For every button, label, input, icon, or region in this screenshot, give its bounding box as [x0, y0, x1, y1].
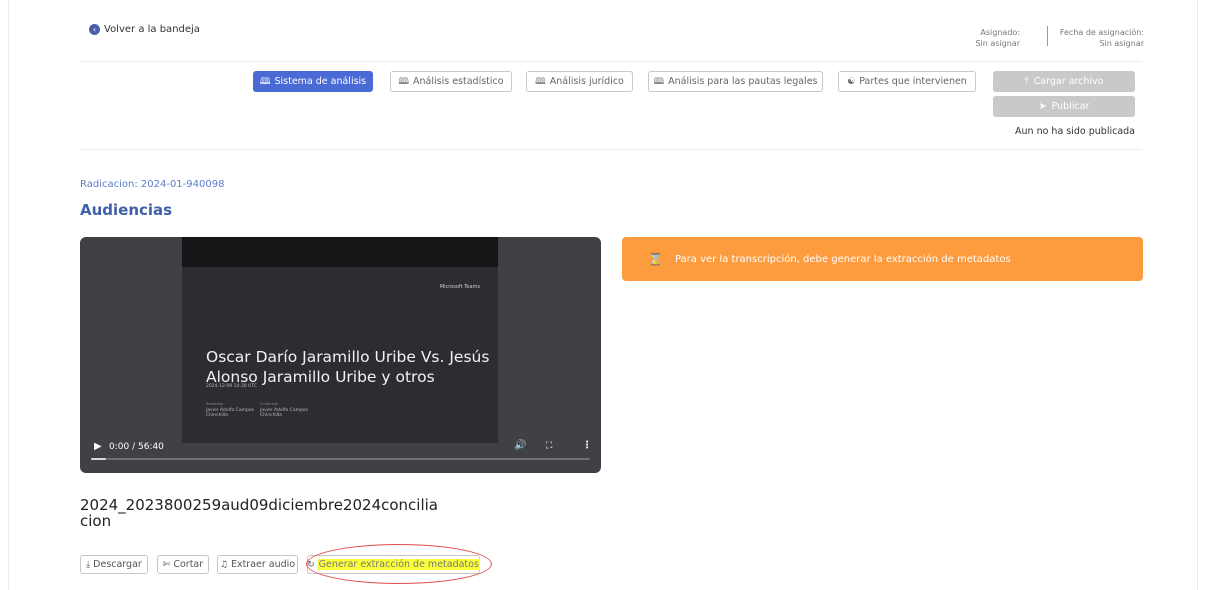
download-icon: ⤓: [86, 559, 91, 570]
generate-metadata-button[interactable]: ↻ Generar extracción de metadatos: [307, 555, 480, 574]
back-to-inbox-link[interactable]: ‹ Volver a la bandeja: [89, 24, 200, 35]
more-options-icon[interactable]: ⋮: [582, 440, 592, 451]
video-controls: ▶ 0:00 / 56:40 🔊 ⛶ ⋮: [80, 437, 601, 473]
chevron-left-icon: ‹: [89, 24, 100, 35]
book-icon: 🕮: [398, 76, 410, 87]
assignment-date-value: Sin asignar: [1099, 39, 1144, 48]
publish-label: Publicar: [1051, 101, 1090, 112]
file-name: 2024_2023800259aud09diciembre2024concili…: [80, 496, 438, 530]
tab-label: Análisis para las pautas legales: [668, 76, 818, 87]
section-divider: [80, 149, 1142, 150]
audio-icon: ♫: [219, 559, 228, 570]
assignment-date-info: Fecha de asignación: Sin asignar: [1048, 27, 1144, 49]
book-icon: 🕮: [653, 76, 665, 87]
hourglass-icon: ⌛: [648, 252, 663, 266]
refresh-icon: ↻: [307, 559, 315, 570]
tab-label: Análisis estadístico: [413, 76, 504, 87]
video-progress-fill: [91, 458, 106, 460]
tab-analisis-estadistico[interactable]: 🕮 Análisis estadístico: [390, 71, 512, 92]
alert-text: Para ver la transcripción, debe generar …: [674, 253, 1011, 265]
publish-button[interactable]: ➤ Publicar: [993, 96, 1135, 117]
tab-label: Sistema de análisis: [274, 76, 367, 87]
slide-title: Oscar Darío Jaramillo Uribe Vs. Jesús Al…: [206, 348, 490, 386]
slide-brand: Microsoft Teams: [439, 284, 480, 290]
download-label: Descargar: [93, 559, 142, 570]
tab-sistema-de-analisis[interactable]: 🕮 Sistema de análisis: [253, 71, 373, 92]
section-title: Audiencias: [80, 201, 173, 219]
assigned-label: Asignado:: [980, 28, 1020, 37]
slide-presenter-value: Javier Adolfo Campos Chinchilla: [260, 407, 308, 419]
back-label: Volver a la bandeja: [104, 24, 200, 35]
video-player[interactable]: Microsoft Teams Oscar Darío Jaramillo Ur…: [80, 237, 601, 473]
video-time: 0:00 / 56:40: [109, 442, 164, 452]
video-frame-topbar: [182, 237, 498, 267]
extract-audio-label: Extraer audio: [230, 559, 296, 570]
book-icon: 🕮: [259, 76, 271, 87]
download-button[interactable]: ⤓ Descargar: [80, 555, 148, 574]
fullscreen-icon[interactable]: ⛶: [546, 441, 552, 451]
tab-label: Partes que intervienen: [859, 76, 967, 87]
tab-analisis-juridico[interactable]: 🕮 Análisis jurídico: [526, 71, 633, 92]
extract-audio-button[interactable]: ♫ Extraer audio: [217, 555, 298, 574]
transcription-alert: ⌛ Para ver la transcripción, debe genera…: [622, 237, 1143, 281]
generate-metadata-label: Generar extracción de metadatos: [317, 559, 480, 570]
upload-file-button[interactable]: ⤒ Cargar archivo: [993, 71, 1135, 92]
upload-icon: ⤒: [1024, 76, 1029, 87]
cut-button[interactable]: ✄ Cortar: [157, 555, 209, 574]
radicacion-number: Radicacion: 2024-01-940098: [80, 179, 225, 190]
slide-organizer: Realizado Javier Adolfo Campos Chinchill…: [206, 402, 256, 419]
tab-partes-que-intervienen[interactable]: ☯ Partes que intervienen: [838, 71, 976, 92]
upload-label: Cargar archivo: [1033, 76, 1104, 87]
scissors-icon: ✄: [162, 559, 171, 570]
play-icon[interactable]: ▶: [94, 441, 102, 452]
slide-presenter: Contenido Javier Adolfo Campos Chinchill…: [260, 402, 310, 419]
publish-status: Aun no ha sido publicada: [1015, 126, 1135, 137]
volume-icon[interactable]: 🔊: [514, 440, 526, 451]
assigned-info: Asignado: Sin asignar: [954, 27, 1020, 49]
video-frame: Microsoft Teams Oscar Darío Jaramillo Ur…: [182, 237, 498, 443]
cut-label: Cortar: [173, 559, 204, 570]
tab-label: Análisis jurídico: [549, 76, 624, 87]
tab-analisis-pautas-legales[interactable]: 🕮 Análisis para las pautas legales: [648, 71, 823, 92]
assignment-date-label: Fecha de asignación:: [1059, 28, 1144, 37]
video-progress-bar[interactable]: [91, 458, 590, 460]
assigned-value: Sin asignar: [975, 39, 1020, 48]
people-icon: ☯: [847, 76, 856, 87]
slide-date: 2024-12-09 14:30 UTC: [206, 384, 257, 389]
book-icon: 🕮: [535, 76, 546, 87]
send-icon: ➤: [1038, 101, 1047, 112]
header-divider: [80, 61, 1142, 62]
slide-organizer-value: Javier Adolfo Campos Chinchilla: [206, 407, 254, 419]
